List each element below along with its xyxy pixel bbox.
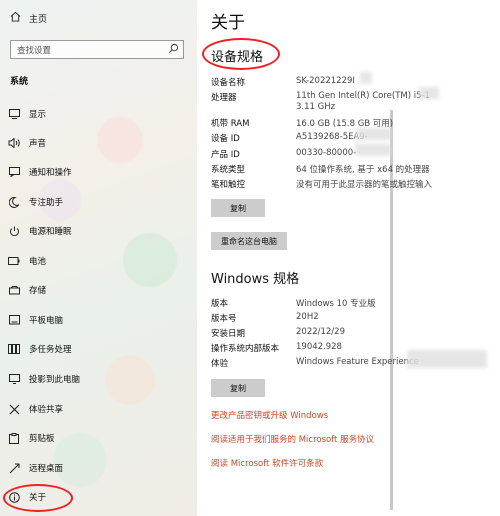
display-icon [8, 108, 20, 120]
redaction-blur [407, 350, 487, 368]
nav-label: 体验共享 [29, 405, 64, 415]
nav-label: 通知和操作 [29, 168, 72, 178]
home-label: 主页 [29, 14, 48, 25]
spec-row: 系统类型 64 位操作系统, 基于 x64 的处理器 [211, 165, 430, 175]
nav-item-power[interactable]: 电源和睡眠 [8, 222, 188, 240]
nav-item-notifications[interactable]: 通知和操作 [8, 163, 188, 181]
nav-item-tablet[interactable]: 平板电脑 [8, 311, 188, 329]
home-link[interactable]: 主页 [10, 11, 47, 25]
storage-icon [8, 284, 20, 296]
nav-label: 专注助手 [29, 198, 64, 208]
nav-item-focus[interactable]: 专注助手 [8, 193, 188, 211]
services-agreement-link[interactable]: 阅读适用于我们服务的 Microsoft 服务协议 [211, 433, 374, 445]
nav-label: 投影到此电脑 [29, 375, 81, 385]
nav-label: 电池 [29, 257, 47, 267]
share-icon [8, 403, 20, 415]
nav-label: 存储 [29, 286, 47, 296]
nav-item-display[interactable]: 显示 [8, 105, 188, 123]
nav-item-battery[interactable]: 电池 [8, 252, 188, 270]
nav-item-clipboard[interactable]: 剪贴板 [8, 429, 188, 447]
nav-label: 剪贴板 [29, 434, 55, 444]
spec-row: 安装日期 2022/12/29 [211, 327, 345, 339]
nav-label: 显示 [29, 110, 47, 120]
project-icon [8, 373, 20, 385]
nav-label: 声音 [29, 139, 47, 149]
focus-icon [8, 196, 20, 208]
highlight-circle [3, 484, 73, 512]
section-label: 系统 [10, 77, 29, 87]
search-placeholder: 查找设置 [17, 45, 52, 56]
notification-icon [8, 166, 20, 178]
spec-row: 设备名称 SK-20221229I [211, 76, 355, 88]
redaction-blur [355, 144, 391, 156]
tablet-icon [8, 314, 20, 326]
nav-label: 远程桌面 [29, 464, 64, 474]
nav-label: 电源和睡眠 [29, 227, 72, 237]
spec-row: 版本 Windows 10 专业版 [211, 299, 376, 309]
spec-row: 笔和触控 没有可用于此显示器的笔或触控输入 [211, 180, 433, 190]
copy-button[interactable]: 复制 [211, 199, 265, 217]
clipboard-icon [8, 432, 20, 444]
nav-label: 平板电脑 [29, 316, 64, 326]
remote-icon [8, 462, 20, 474]
sound-icon [8, 137, 20, 149]
copy-button-2[interactable]: 复制 [211, 379, 265, 397]
upgrade-link[interactable]: 更改产品密钥或升级 Windows [211, 409, 328, 421]
spec-row: 版本号 20H2 [211, 312, 319, 324]
rename-pc-button[interactable]: 重命名这台电脑 [211, 232, 287, 250]
nav-item-storage[interactable]: 存储 [8, 281, 188, 299]
search-input[interactable]: 查找设置 [10, 40, 184, 59]
redaction-blur [355, 128, 391, 140]
redaction-blur [360, 72, 372, 84]
multitask-icon [8, 343, 20, 355]
redaction-blur [419, 87, 439, 99]
license-terms-link[interactable]: 阅读 Microsoft 软件许可条款 [211, 457, 323, 469]
main-panel: 关于 设备规格 设备名称 SK-20221229I 处理器 11th Gen Int… [197, 0, 500, 516]
power-icon [8, 225, 20, 237]
windows-spec-title: Windows 规格 [211, 272, 300, 287]
nav-item-multitask[interactable]: 多任务处理 [8, 340, 188, 358]
page-title: 关于 [211, 13, 245, 33]
highlight-circle [202, 38, 280, 70]
spec-row: 3.11 GHz [296, 102, 336, 112]
nav-item-sound[interactable]: 声音 [8, 134, 188, 152]
battery-icon [8, 255, 20, 267]
home-icon [10, 11, 21, 25]
nav-item-remote[interactable]: 远程桌面 [8, 459, 188, 477]
nav-label: 多任务处理 [29, 345, 72, 355]
sidebar: 主页 查找设置 系统 显示 声音 通知和操作 专注助手 电源和睡眠 电池 存储 … [0, 0, 197, 516]
nav-item-share[interactable]: 体验共享 [8, 400, 188, 418]
nav-item-project[interactable]: 投影到此电脑 [8, 370, 188, 388]
search-icon [168, 43, 179, 57]
